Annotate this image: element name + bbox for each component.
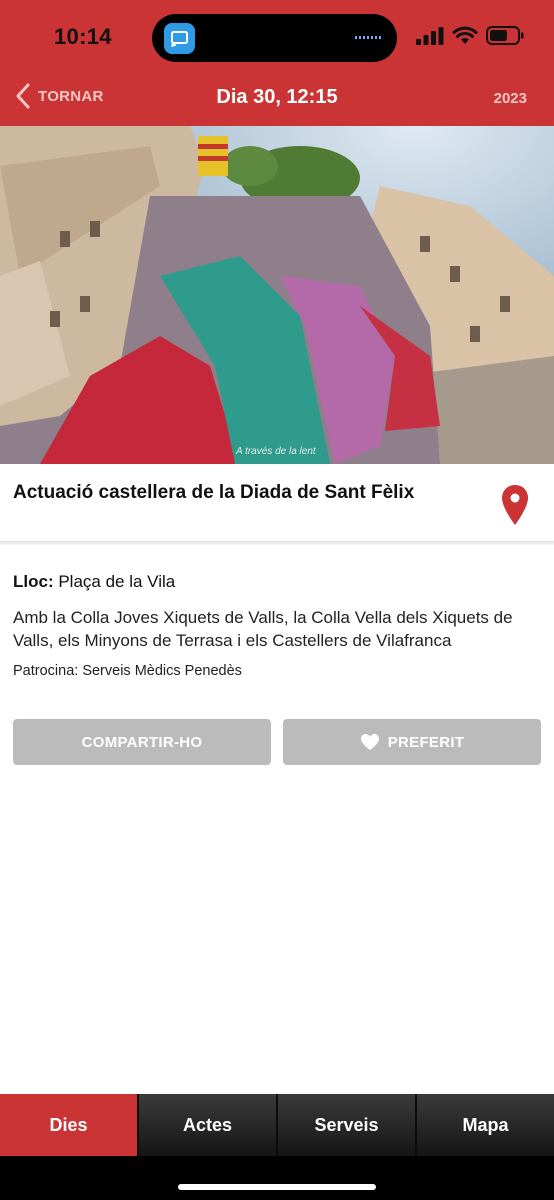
event-sponsor: Patrocina: Serveis Mèdics Penedès <box>13 663 242 679</box>
status-time: 10:14 <box>54 24 112 49</box>
signal-icon <box>416 26 444 45</box>
event-description: Amb la Colla Joves Xiquets de Valls, la … <box>13 608 513 650</box>
favorite-button[interactable]: PREFERIT <box>283 719 541 765</box>
tab-dies[interactable]: Dies <box>0 1094 137 1156</box>
crowd-photo-illustration <box>0 126 554 464</box>
share-button-label: COMPARTIR-HO <box>81 733 203 751</box>
event-location: Lloc: Plaça de la Vila <box>13 572 175 592</box>
divider <box>0 541 554 545</box>
location-value: Plaça de la Vila <box>58 572 176 591</box>
status-icons <box>416 26 524 45</box>
event-photo: A través de la lent <box>0 126 554 464</box>
favorite-button-label: PREFERIT <box>387 733 465 751</box>
tab-serveis[interactable]: Serveis <box>276 1094 415 1156</box>
location-pin-icon[interactable] <box>500 484 530 531</box>
wifi-icon <box>452 26 478 44</box>
screen-mirroring-icon <box>164 23 195 54</box>
tab-bar: Dies Actes Serveis Mapa <box>0 1094 554 1156</box>
dynamic-island <box>152 14 397 62</box>
tab-actes[interactable]: Actes <box>137 1094 276 1156</box>
heart-icon <box>360 734 379 750</box>
photo-credit: A través de la lent <box>236 446 316 457</box>
home-indicator-area <box>0 1156 554 1200</box>
activity-indicator-icon <box>355 36 381 39</box>
app-header: 10:14 TORNAR Dia 30, 12:15 2023 <box>0 0 554 126</box>
share-button[interactable]: COMPARTIR-HO <box>13 719 271 765</box>
page-title: Dia 30, 12:15 <box>216 86 338 108</box>
tab-mapa[interactable]: Mapa <box>415 1094 554 1156</box>
home-indicator[interactable] <box>178 1184 376 1190</box>
location-label: Lloc: <box>13 572 54 591</box>
year-button[interactable]: 2023 <box>494 90 527 107</box>
event-title: Actuació castellera de la Diada de Sant … <box>13 482 415 503</box>
battery-icon <box>486 26 524 45</box>
